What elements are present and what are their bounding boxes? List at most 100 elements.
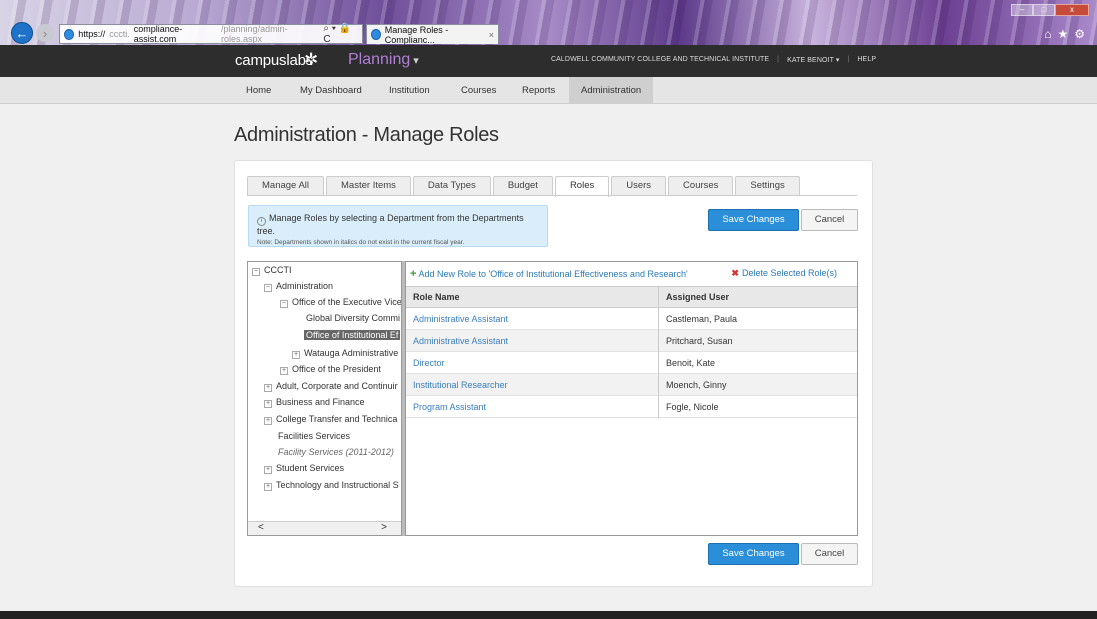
forward-arrow-icon[interactable]: › [36, 24, 54, 42]
tab-data-types[interactable]: Data Types [412, 176, 491, 196]
menu-my-dashboard[interactable]: My Dashboard [288, 77, 374, 104]
expand-icon[interactable]: + [264, 417, 272, 425]
tab-master-items[interactable]: Master Items [326, 176, 411, 196]
tree-node-cccti[interactable]: − CCCTI [252, 264, 292, 277]
maximize-icon[interactable]: □ [1033, 4, 1055, 16]
browser-tab-title: Manage Roles - Complianc... [384, 24, 449, 45]
info-icon: i [257, 217, 266, 226]
tab-roles[interactable]: Roles [554, 176, 610, 197]
grid-header: Role Name Assigned User [406, 286, 857, 308]
tree-node-facilities[interactable]: Facilities Services [278, 430, 350, 443]
tree-node-facility-services-2011[interactable]: Facility Services (2011-2012) [278, 446, 394, 459]
expand-icon[interactable]: + [264, 400, 272, 408]
tab-budget[interactable]: Budget [492, 176, 553, 196]
help-link[interactable]: HELP [857, 56, 876, 64]
tab-favicon-icon [371, 29, 381, 40]
menu-courses[interactable]: Courses [449, 77, 508, 104]
assigned-user: Pritchard, Susan [666, 336, 733, 346]
column-divider [658, 286, 659, 418]
collapse-icon[interactable]: − [252, 268, 260, 276]
cancel-button-bottom[interactable]: Cancel [801, 543, 858, 565]
tree-node-administration[interactable]: − Administration [264, 280, 333, 293]
cancel-button-top[interactable]: Cancel [801, 209, 858, 231]
main-menu: Home My Dashboard Institution Courses Re… [0, 77, 1097, 104]
notice-text: Manage Roles by selecting a Department f… [257, 213, 524, 236]
tree-node-student-services[interactable]: + Student Services [264, 462, 344, 475]
expand-icon[interactable]: + [264, 384, 272, 392]
browser-tab[interactable]: Manage Roles - Complianc... × [366, 24, 499, 45]
table-row[interactable]: Institutional Researcher Moench, Ginny [406, 374, 857, 396]
role-name-link[interactable]: Program Assistant [413, 396, 486, 418]
save-changes-button-top[interactable]: Save Changes [708, 209, 799, 231]
save-changes-button-bottom[interactable]: Save Changes [708, 543, 799, 565]
menu-administration[interactable]: Administration [569, 77, 654, 104]
window-controls: – □ x [1011, 4, 1089, 16]
close-window-icon[interactable]: x [1055, 4, 1089, 16]
back-arrow-icon[interactable]: ← [11, 22, 33, 44]
expand-icon[interactable]: + [264, 483, 272, 491]
browser-chrome: ← › https://cccti. compliance-assist.com /… [0, 0, 1097, 45]
ie-icon [64, 28, 75, 40]
tree-node-president[interactable]: + Office of the President [280, 363, 381, 376]
menu-institution[interactable]: Institution [377, 77, 442, 104]
expand-icon[interactable]: + [280, 367, 288, 375]
tree-node-business-finance[interactable]: + Business and Finance [264, 396, 365, 409]
menu-reports[interactable]: Reports [510, 77, 567, 104]
add-new-role-link[interactable]: + Add New Role to 'Office of Institutiona… [410, 268, 688, 280]
app-header: campuslabs ✲ Planning ▾ CALDWELL COMMUNIT… [0, 45, 1097, 77]
assigned-user: Benoit, Kate [666, 358, 716, 368]
url-path: /planning/admin-roles.aspx [221, 24, 288, 44]
column-header-role-name[interactable]: Role Name [406, 287, 460, 308]
institution-name: CALDWELL COMMUNITY COLLEGE AND TECHNICAL… [551, 56, 770, 63]
browser-toolbar-icons[interactable]: ⌂★⚙ [1044, 27, 1091, 41]
role-name-link[interactable]: Administrative Assistant [413, 330, 508, 352]
table-row[interactable]: Program Assistant Fogle, Nicole [406, 396, 857, 418]
expand-icon[interactable]: + [264, 466, 272, 474]
tree-node-watauga[interactable]: + Watauga Administrative [292, 347, 398, 360]
scroll-right-icon[interactable]: > [381, 522, 387, 533]
role-name-link[interactable]: Administrative Assistant [413, 308, 508, 330]
product-name: Planning [348, 51, 411, 68]
tree-horizontal-scrollbar[interactable]: < > [248, 521, 401, 535]
assigned-user: Castleman, Paula [666, 314, 738, 324]
collapse-icon[interactable]: − [264, 284, 272, 292]
tab-manage-all[interactable]: Manage All [247, 176, 325, 196]
tree-node-executive-office[interactable]: − Office of the Executive Vice [280, 296, 401, 309]
collapse-icon[interactable]: − [280, 300, 288, 308]
taskbar-edge [0, 611, 1097, 619]
scroll-left-icon[interactable]: < [258, 522, 264, 533]
user-menu[interactable]: KATE BENOIT ▾ [787, 56, 839, 64]
tree-node-adult-corporate[interactable]: + Adult, Corporate and Continuir [264, 380, 398, 393]
tree-node-global-diversity[interactable]: Global Diversity Commi [306, 312, 400, 325]
product-switcher[interactable]: Planning ▾ [348, 51, 419, 69]
column-header-assigned-user[interactable]: Assigned User [659, 287, 729, 308]
url-prefix: https:// [78, 29, 106, 39]
tab-courses[interactable]: Courses [668, 176, 734, 196]
table-row[interactable]: Administrative Assistant Castleman, Paul… [406, 308, 857, 330]
address-tools-icon[interactable]: ⌕ ▾ 🔒 C [323, 23, 362, 45]
assigned-user: Fogle, Nicole [666, 402, 719, 412]
url-host: compliance-assist.com [133, 24, 183, 44]
expand-icon[interactable]: + [292, 351, 300, 359]
header-separator: | [847, 56, 850, 63]
departments-tree: − CCCTI − Administration − Office of the Ex… [247, 261, 402, 536]
tab-settings[interactable]: Settings [735, 176, 800, 196]
tree-node-college-transfer[interactable]: + College Transfer and Technica [264, 413, 397, 426]
brand-logo[interactable]: campuslabs [235, 52, 313, 69]
menu-home[interactable]: Home [234, 77, 283, 104]
role-name-link[interactable]: Director [413, 352, 445, 374]
table-row[interactable]: Administrative Assistant Pritchard, Susa… [406, 330, 857, 352]
minimize-icon[interactable]: – [1011, 4, 1033, 16]
header-separator: | [777, 56, 780, 63]
role-name-link[interactable]: Institutional Researcher [413, 374, 508, 396]
table-row[interactable]: Director Benoit, Kate [406, 352, 857, 374]
tab-users[interactable]: Users [611, 176, 667, 196]
delete-roles-link[interactable]: ✖ Delete Selected Role(s) [731, 268, 837, 279]
delete-roles-label: Delete Selected Role(s) [741, 268, 837, 278]
tree-node-institutional-effectiveness[interactable]: Office of Institutional Ef [304, 329, 401, 342]
chevron-down-icon: ▾ [413, 55, 419, 67]
tree-node-technology[interactable]: + Technology and Instructional S [264, 479, 399, 492]
address-bar[interactable]: https://cccti. compliance-assist.com/plan… [59, 23, 363, 45]
tab-close-icon[interactable]: × [489, 30, 494, 40]
delete-icon: ✖ [731, 268, 739, 278]
